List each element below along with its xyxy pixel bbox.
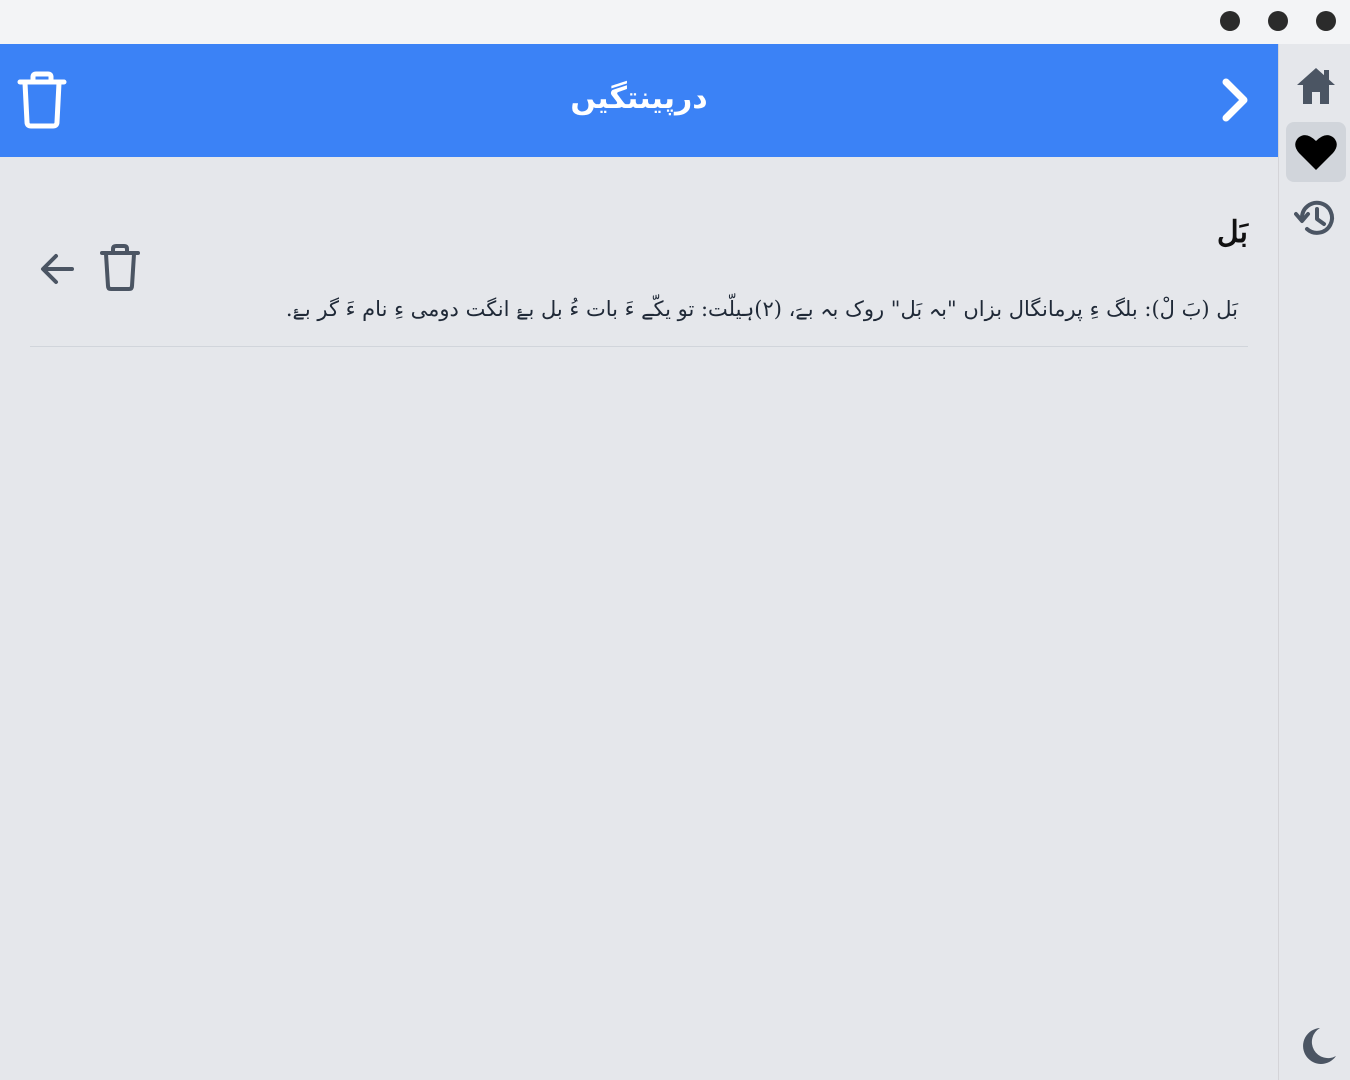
entry-definition: بَل (بَ لْ): بلگ ءِ پرمانگال بزاں "بہ بَ… xyxy=(285,297,1238,321)
window-minimize-button[interactable] xyxy=(1220,11,1240,31)
history-icon xyxy=(1294,200,1334,235)
forward-button[interactable] xyxy=(1212,74,1260,126)
home-icon xyxy=(1297,68,1335,104)
favorites-list: بَل بَل (بَ لْ): بلگ ءِ پرمانگال بزاں "ب… xyxy=(0,157,1278,1080)
trash-icon xyxy=(100,244,140,291)
remove-favorite-button[interactable] xyxy=(98,243,142,293)
window-controls xyxy=(1220,11,1336,31)
moon-icon xyxy=(1303,1028,1336,1064)
window-titlebar xyxy=(0,0,1350,44)
list-item[interactable]: بَل بَل (بَ لْ): بلگ ءِ پرمانگال بزاں "ب… xyxy=(30,157,1248,347)
sidebar-item-home[interactable] xyxy=(1286,56,1346,116)
sidebar-item-history[interactable] xyxy=(1286,188,1346,248)
open-entry-button[interactable] xyxy=(38,247,78,291)
sidebar-item-favorites[interactable] xyxy=(1286,122,1346,182)
arrow-left-icon xyxy=(41,254,74,284)
clear-favorites-button[interactable] xyxy=(14,70,70,130)
app-header: درپینتگیں xyxy=(0,44,1278,157)
chevron-right-icon xyxy=(1222,78,1248,122)
entry-word: بَل xyxy=(1216,215,1248,250)
window-close-button[interactable] xyxy=(1316,11,1336,31)
trash-icon xyxy=(17,71,67,129)
window-maximize-button[interactable] xyxy=(1268,11,1288,31)
page-title: درپینتگیں xyxy=(570,81,708,116)
theme-toggle-button[interactable] xyxy=(1286,1016,1346,1076)
heart-icon xyxy=(1295,135,1337,170)
sidebar xyxy=(1278,44,1350,1080)
